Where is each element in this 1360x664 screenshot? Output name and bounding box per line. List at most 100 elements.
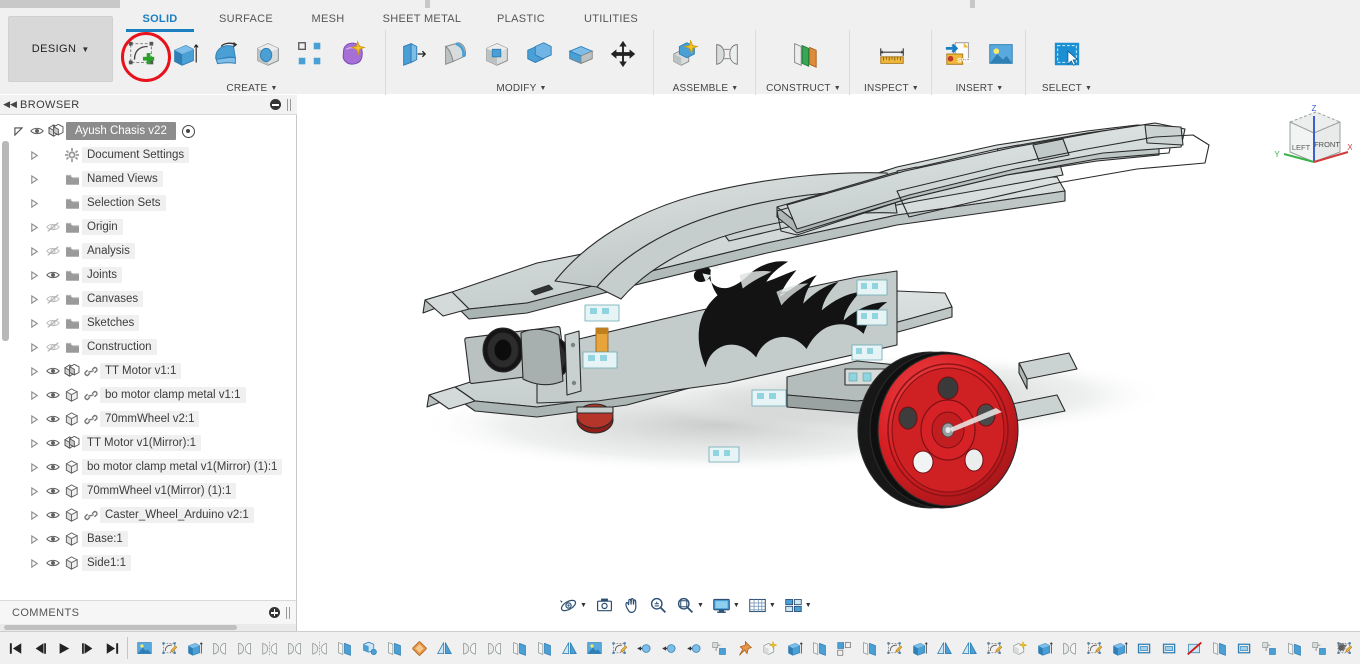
tree-item-canvases[interactable]: Canvases: [0, 287, 297, 311]
pattern-button[interactable]: [289, 30, 331, 78]
nav-zoom-button[interactable]: [645, 593, 672, 617]
timeline-feature-48[interactable]: [1307, 635, 1332, 661]
visibility-toggle[interactable]: [28, 125, 46, 137]
timeline-feature-7[interactable]: [282, 635, 307, 661]
comments-panel[interactable]: COMMENTS: [0, 600, 297, 624]
canvas-button[interactable]: [980, 30, 1022, 78]
joint-button[interactable]: [706, 30, 748, 78]
timeline-settings-button[interactable]: [1330, 635, 1352, 661]
timeline-feature-45[interactable]: [1232, 635, 1257, 661]
timeline-feature-31[interactable]: [882, 635, 907, 661]
timeline-feature-23[interactable]: [682, 635, 707, 661]
timeline-feature-6[interactable]: [257, 635, 282, 661]
timeline-play-button[interactable]: [52, 635, 75, 661]
timeline-feature-18[interactable]: [557, 635, 582, 661]
nav-viewports-button[interactable]: ▼: [780, 593, 816, 617]
chevron-right-icon[interactable]: [30, 319, 44, 328]
timeline-feature-11[interactable]: [382, 635, 407, 661]
timeline-step-backward-button[interactable]: [28, 635, 51, 661]
timeline-feature-3[interactable]: [182, 635, 207, 661]
measure-button[interactable]: [871, 30, 913, 78]
chevron-down-icon[interactable]: [14, 127, 28, 136]
timeline-feature-9[interactable]: [332, 635, 357, 661]
timeline-feature-25[interactable]: [732, 635, 757, 661]
move-copy-button[interactable]: [602, 30, 644, 78]
timeline-feature-26[interactable]: [757, 635, 782, 661]
chevron-right-icon[interactable]: [30, 559, 44, 568]
tree-item-side1-1[interactable]: Side1:1: [0, 551, 297, 575]
timeline-feature-15[interactable]: [482, 635, 507, 661]
minus-circle-icon[interactable]: [270, 99, 281, 110]
tree-item-joints[interactable]: Joints: [0, 263, 297, 287]
ribbon-tab-utilities[interactable]: UTILITIES: [572, 8, 650, 30]
chevron-right-icon[interactable]: [30, 535, 44, 544]
shell-button[interactable]: [476, 30, 518, 78]
tree-item-70mmwheel-v2-1[interactable]: 70mmWheel v2:1: [0, 407, 297, 431]
chevron-down-icon[interactable]: ▼: [769, 602, 776, 609]
chevron-right-icon[interactable]: [30, 415, 44, 424]
chevron-right-icon[interactable]: [30, 271, 44, 280]
timeline-feature-39[interactable]: [1082, 635, 1107, 661]
tool-group-label[interactable]: INSERT▼: [934, 83, 1025, 94]
timeline-feature-22[interactable]: [657, 635, 682, 661]
tree-item-selection-sets[interactable]: Selection Sets: [0, 191, 297, 215]
timeline-feature-46[interactable]: [1257, 635, 1282, 661]
visibility-toggle[interactable]: [44, 293, 62, 305]
timeline-feature-13[interactable]: [432, 635, 457, 661]
ribbon-tab-solid[interactable]: SOLID: [126, 8, 194, 30]
visibility-toggle[interactable]: [44, 461, 62, 473]
tree-item-analysis[interactable]: Analysis: [0, 239, 297, 263]
timeline-feature-16[interactable]: [507, 635, 532, 661]
chevron-down-icon[interactable]: ▼: [733, 602, 740, 609]
timeline-feature-4[interactable]: [207, 635, 232, 661]
chevron-right-icon[interactable]: [30, 247, 44, 256]
browser-hscroll-thumb[interactable]: [4, 625, 237, 630]
visibility-toggle[interactable]: [44, 341, 62, 353]
visibility-toggle[interactable]: [44, 557, 62, 569]
chevron-right-icon[interactable]: [30, 199, 44, 208]
chevron-right-icon[interactable]: [30, 511, 44, 520]
chevron-right-icon[interactable]: [30, 151, 44, 160]
timeline-feature-44[interactable]: [1207, 635, 1232, 661]
timeline-feature-8[interactable]: [307, 635, 332, 661]
chevron-right-icon[interactable]: [30, 223, 44, 232]
chevron-right-icon[interactable]: [30, 343, 44, 352]
timeline-feature-38[interactable]: [1057, 635, 1082, 661]
double-chevron-left-icon[interactable]: ◀◀: [0, 99, 20, 110]
new-component-button[interactable]: [664, 30, 706, 78]
timeline-feature-32[interactable]: [907, 635, 932, 661]
tool-group-label[interactable]: CONSTRUCT▼: [758, 83, 849, 94]
visibility-toggle[interactable]: [44, 365, 62, 377]
create-form-button[interactable]: [331, 30, 373, 78]
visibility-toggle[interactable]: [44, 413, 62, 425]
view-cube[interactable]: Z X Y LEFT FRONT: [1264, 100, 1352, 180]
timeline-feature-14[interactable]: [457, 635, 482, 661]
tree-item-ayush-chasis-v22[interactable]: Ayush Chasis v22: [0, 119, 297, 143]
timeline-feature-47[interactable]: [1282, 635, 1307, 661]
nav-look-at-button[interactable]: [591, 593, 618, 617]
chevron-down-icon[interactable]: ▼: [580, 602, 587, 609]
timeline-feature-19[interactable]: [582, 635, 607, 661]
revolve-button[interactable]: [205, 30, 247, 78]
ribbon-tab-surface[interactable]: SURFACE: [208, 8, 284, 30]
visibility-toggle[interactable]: [44, 389, 62, 401]
chevron-right-icon[interactable]: [30, 175, 44, 184]
tree-item-bo-motor-clamp-metal-v1-1[interactable]: bo motor clamp metal v1:1: [0, 383, 297, 407]
timeline-feature-36[interactable]: [1007, 635, 1032, 661]
tool-group-label[interactable]: ASSEMBLE▼: [656, 83, 755, 94]
visibility-toggle[interactable]: [44, 317, 62, 329]
tree-item-construction[interactable]: Construction: [0, 335, 297, 359]
timeline-feature-41[interactable]: [1132, 635, 1157, 661]
tree-item-document-settings[interactable]: Document Settings: [0, 143, 297, 167]
nav-fit-button[interactable]: ▼: [672, 593, 708, 617]
timeline-feature-20[interactable]: [607, 635, 632, 661]
timeline-feature-27[interactable]: [782, 635, 807, 661]
nav-pan-button[interactable]: [618, 593, 645, 617]
tree-item-70mmwheel-v1-mirror-1-1[interactable]: 70mmWheel v1(Mirror) (1):1: [0, 479, 297, 503]
tree-item-sketches[interactable]: Sketches: [0, 311, 297, 335]
tool-group-label[interactable]: SELECT▼: [1028, 83, 1106, 94]
visibility-toggle[interactable]: [44, 533, 62, 545]
tree-item-caster-wheel-arduino-v2-1[interactable]: Caster_Wheel_Arduino v2:1: [0, 503, 297, 527]
timeline-feature-24[interactable]: [707, 635, 732, 661]
timeline-feature-35[interactable]: [982, 635, 1007, 661]
